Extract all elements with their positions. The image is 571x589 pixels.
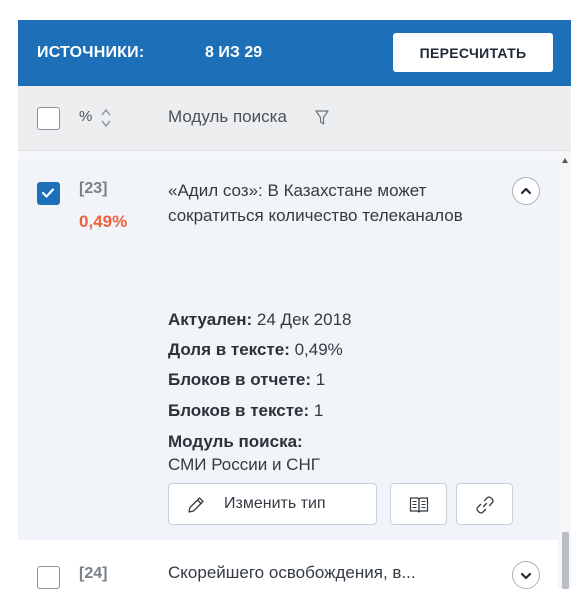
source-title[interactable]: «Адил соз»: В Казахстане может сократить… <box>168 178 508 228</box>
module-value: СМИ России и СНГ <box>168 455 320 474</box>
recalculate-button[interactable]: ПЕРЕСЧИТАТЬ <box>393 33 553 72</box>
sources-title: ИСТОЧНИКИ: <box>37 44 145 61</box>
source-number: [24] <box>79 565 108 582</box>
blocks-text-label: Блоков в тексте: <box>168 401 310 420</box>
sort-arrows-icon[interactable] <box>100 106 112 130</box>
source-title[interactable]: Скорейшего освобождения, в... <box>168 563 416 583</box>
chevron-down-icon <box>520 572 532 580</box>
share-value: 0,49% <box>294 340 343 359</box>
source-checkbox[interactable] <box>37 182 60 205</box>
view-source-button[interactable] <box>390 483 447 525</box>
sources-count: 8 ИЗ 29 <box>205 44 263 61</box>
edit-type-label: Изменить тип <box>224 495 326 512</box>
actual-row: Актуален: 24 Дек 2018 <box>168 310 352 330</box>
source-number: [23] <box>79 180 108 197</box>
filter-icon[interactable] <box>315 110 329 126</box>
pencil-icon <box>188 497 204 513</box>
edit-type-button[interactable]: Изменить тип <box>168 483 377 525</box>
select-all-checkbox[interactable] <box>37 107 60 130</box>
share-row: Доля в тексте: 0,49% <box>168 340 343 360</box>
blocks-text-value: 1 <box>313 401 324 420</box>
source-item-24: [24] Скорейшего освобождения, в... <box>18 543 558 589</box>
book-icon <box>409 497 429 513</box>
module-label: Модуль поиска: <box>168 432 303 451</box>
share-label: Доля в тексте: <box>168 340 290 359</box>
scrollbar-thumb[interactable] <box>562 532 569 589</box>
expand-button[interactable] <box>512 561 540 589</box>
sources-header: ИСТОЧНИКИ: 8 ИЗ 29 ПЕРЕСЧИТАТЬ <box>18 20 571 86</box>
column-header: % Модуль поиска <box>18 86 571 151</box>
link-icon <box>476 496 494 514</box>
module-row: Модуль поиска: <box>168 432 303 452</box>
actual-value: 24 Дек 2018 <box>256 310 352 329</box>
source-item-23: [23] 0,49% «Адил соз»: В Казахстане може… <box>18 158 558 540</box>
blocks-report-label: Блоков в отчете: <box>168 370 312 389</box>
open-link-button[interactable] <box>456 483 513 525</box>
sources-panel: ИСТОЧНИКИ: 8 ИЗ 29 ПЕРЕСЧИТАТЬ % Модуль … <box>18 20 571 589</box>
module-column-label: Модуль поиска <box>168 107 287 126</box>
scroll-up-arrow-icon[interactable] <box>562 158 568 163</box>
actual-label: Актуален: <box>168 310 253 329</box>
source-checkbox[interactable] <box>37 566 60 589</box>
checkmark-icon <box>41 188 55 198</box>
source-percent: 0,49% <box>79 212 128 231</box>
blocks-report-row: Блоков в отчете: 1 <box>168 370 325 390</box>
percent-column-label: % <box>79 108 93 125</box>
chevron-up-icon <box>520 187 532 195</box>
blocks-text-row: Блоков в тексте: 1 <box>168 401 323 421</box>
collapse-button[interactable] <box>512 177 540 205</box>
scrollbar-track[interactable] <box>558 151 571 589</box>
blocks-report-value: 1 <box>315 370 326 389</box>
